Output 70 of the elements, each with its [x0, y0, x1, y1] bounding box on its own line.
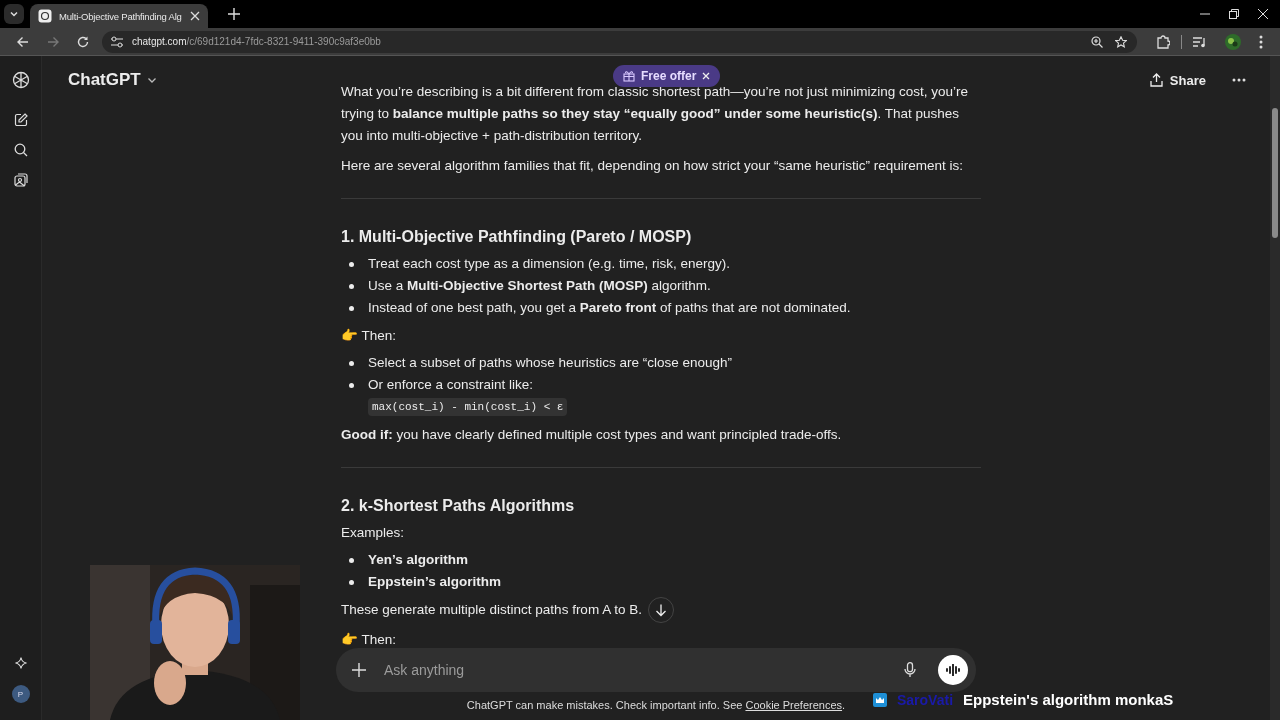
- list-item-text: Instead of one best path, you get a Pareto front of paths that are not dominated.: [368, 299, 851, 317]
- menu-icon[interactable]: [1259, 34, 1263, 49]
- share-button[interactable]: Share: [1149, 72, 1206, 88]
- paragraph: 👉 Then:: [341, 631, 397, 649]
- zoom-icon[interactable]: [1091, 35, 1103, 48]
- list-item-text: Eppstein’s algorithm: [368, 573, 502, 591]
- user-avatar[interactable]: P: [11, 685, 30, 703]
- paragraph: Here are several algorithm families that fit, depending on how strict your “same heuristic” requirement is:: [341, 157, 963, 175]
- browser-tab[interactable]: Multi-Objective Pathfinding Alg: [30, 4, 208, 28]
- bullet-dot: [349, 558, 354, 563]
- inline-code: max(cost_i) - min(cost_i) < ε: [368, 398, 568, 416]
- logo-icon[interactable]: [11, 71, 30, 89]
- paragraph: Examples:: [341, 524, 405, 542]
- more-options-icon[interactable]: [1232, 78, 1246, 82]
- scrollbar-thumb[interactable]: [1272, 108, 1278, 238]
- chat-message: Eppstein's algorithm monkaS: [963, 691, 1174, 708]
- model-selector[interactable]: ChatGPT: [68, 70, 157, 90]
- restore-icon[interactable]: [1229, 9, 1239, 19]
- bullet-dot: [349, 306, 354, 311]
- list-item-text: Yen’s algorithm: [368, 551, 469, 569]
- reload-icon[interactable]: [77, 35, 89, 48]
- list-item-text: Use a Multi-Objective Shortest Path (MOSP) algorithm.: [368, 277, 711, 295]
- images-icon[interactable]: [13, 173, 28, 187]
- extension-icon[interactable]: [1156, 34, 1170, 49]
- plus-icon[interactable]: [352, 663, 366, 677]
- list-item-text: Select a subset of paths whose heuristics are “close enough”: [368, 354, 732, 372]
- disclaimer-text: ChatGPT can make mistakes. Check important info. See Cookie Preferences.: [466, 699, 846, 711]
- free-offer-pill[interactable]: Free offer: [613, 65, 721, 87]
- favicon-icon: [38, 9, 52, 23]
- back-icon[interactable]: [17, 35, 29, 48]
- search-icon[interactable]: [13, 143, 28, 157]
- chevron-down-icon: [9, 9, 19, 19]
- voice-mode-button[interactable]: [938, 655, 968, 685]
- new-chat-icon[interactable]: [13, 113, 28, 127]
- close-icon[interactable]: [702, 72, 711, 80]
- list-item-text: Treat each cost type as a dimension (e.g. time, risk, energy).: [368, 255, 730, 273]
- chat-username: SaroVati: [897, 691, 954, 708]
- bullet-dot: [349, 580, 354, 585]
- star-icon[interactable]: [1115, 35, 1127, 48]
- profile-avatar-icon[interactable]: [1225, 33, 1241, 50]
- sparkle-icon[interactable]: [14, 657, 27, 669]
- close-icon[interactable]: [190, 11, 200, 21]
- message-input[interactable]: Ask anything: [378, 662, 892, 678]
- tab-list-button[interactable]: [4, 4, 24, 24]
- bullet-dot: [349, 383, 354, 388]
- gift-icon: [623, 70, 635, 82]
- forward-icon[interactable]: [47, 35, 59, 48]
- site-settings-icon[interactable]: [110, 35, 124, 48]
- paragraph: Good if: you have clearly defined multiple cost types and want principled trade-offs.: [341, 426, 842, 444]
- share-icon: [1149, 73, 1163, 87]
- paragraph: These generate multiple distinct paths from A to B.: [341, 601, 642, 619]
- waveform-icon: [946, 664, 960, 676]
- section-heading: 2. k-Shortest Paths Algorithms: [341, 496, 576, 516]
- arrow-down-icon: [655, 603, 667, 617]
- paragraph: 👉 Then:: [341, 327, 397, 345]
- microphone-icon[interactable]: [904, 662, 916, 678]
- address-bar[interactable]: chatgpt.com/c/69d121d4-7fdc-8321-9411-390c9af3e0bb: [102, 30, 1137, 53]
- new-tab-icon[interactable]: [228, 8, 240, 20]
- bullet-dot: [349, 361, 354, 366]
- bullet-dot: [349, 284, 354, 289]
- list-item-text: Or enforce a constraint like:: [368, 376, 534, 394]
- message-composer[interactable]: Ask anything: [336, 648, 976, 692]
- media-icon[interactable]: [1193, 35, 1207, 48]
- chevron-down-icon: [146, 75, 157, 85]
- close-icon[interactable]: [1258, 9, 1268, 19]
- url-text: chatgpt.com/c/69d121d4-7fdc-8321-9411-390c9af3e0bb: [132, 36, 381, 47]
- bullet-dot: [349, 262, 354, 267]
- section-heading: 1. Multi-Objective Pathfinding (Pareto / MOSP): [341, 227, 693, 247]
- scroll-down-button[interactable]: [648, 597, 674, 623]
- tab-title: Multi-Objective Pathfinding Alg: [59, 10, 183, 22]
